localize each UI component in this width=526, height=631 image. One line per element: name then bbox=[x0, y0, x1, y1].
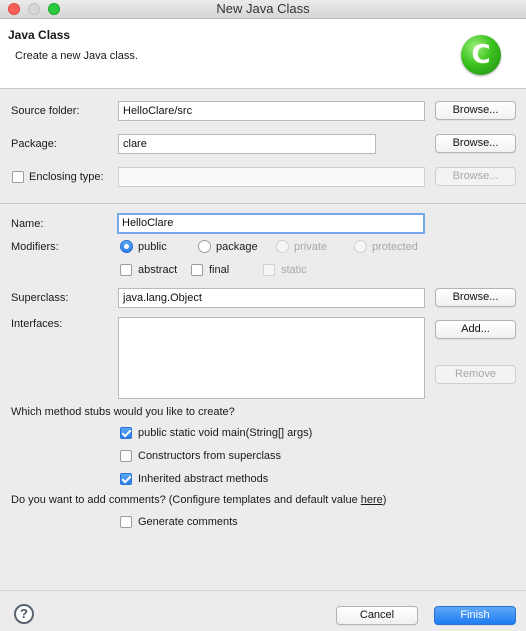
abstract-checkbox[interactable] bbox=[120, 264, 132, 276]
superclass-input[interactable]: java.lang.Object bbox=[118, 288, 425, 308]
comments-question: Do you want to add comments? (Configure … bbox=[11, 494, 386, 506]
main-method-checkbox[interactable] bbox=[120, 427, 132, 439]
method-stubs-question: Which method stubs would you like to cre… bbox=[11, 406, 235, 418]
final-label: final bbox=[209, 264, 230, 276]
abstract-label: abstract bbox=[138, 264, 178, 276]
title-bar: New Java Class bbox=[0, 0, 526, 19]
source-folder-input[interactable]: HelloClare/src bbox=[118, 101, 425, 121]
browse-superclass-button[interactable]: Browse... bbox=[435, 288, 516, 307]
protected-radio[interactable] bbox=[354, 240, 367, 253]
modifiers-label: Modifiers: bbox=[11, 241, 59, 253]
constructors-label: Constructors from superclass bbox=[138, 450, 282, 462]
enclosing-type-input[interactable] bbox=[118, 167, 425, 187]
private-radio[interactable] bbox=[276, 240, 289, 253]
package-radio[interactable] bbox=[198, 240, 211, 253]
protected-radio-label: protected bbox=[372, 241, 418, 253]
cancel-button[interactable]: Cancel bbox=[336, 606, 418, 625]
browse-package-button[interactable]: Browse... bbox=[435, 134, 516, 153]
window-title: New Java Class bbox=[216, 1, 310, 16]
inherited-methods-label: Inherited abstract methods bbox=[138, 473, 269, 485]
public-radio[interactable] bbox=[120, 240, 133, 253]
enclosing-type-label: Enclosing type: bbox=[29, 171, 104, 183]
wizard-description: Create a new Java class. bbox=[15, 50, 138, 62]
enclosing-type-checkbox[interactable] bbox=[12, 171, 24, 183]
finish-button[interactable]: Finish bbox=[434, 606, 516, 625]
generate-comments-checkbox[interactable] bbox=[120, 516, 132, 528]
comments-question-end: ) bbox=[382, 494, 387, 506]
inherited-methods-checkbox[interactable] bbox=[120, 473, 132, 485]
comments-question-text: Do you want to add comments? (Configure … bbox=[11, 494, 361, 506]
name-input[interactable]: HelloClare bbox=[117, 213, 425, 234]
package-input[interactable]: clare bbox=[118, 134, 376, 154]
add-interface-button[interactable]: Add... bbox=[435, 320, 516, 339]
public-radio-label: public bbox=[138, 241, 167, 253]
configure-templates-link[interactable]: here bbox=[361, 494, 383, 506]
interfaces-list[interactable] bbox=[118, 317, 425, 399]
superclass-label: Superclass: bbox=[11, 292, 69, 304]
package-radio-label: package bbox=[216, 241, 258, 253]
main-method-label: public static void main(String[] args) bbox=[138, 427, 313, 439]
wizard-header: Java Class Create a new Java class. C bbox=[0, 19, 526, 89]
class-c-icon: C bbox=[461, 35, 501, 75]
footer-divider bbox=[0, 590, 526, 591]
static-label: static bbox=[281, 264, 307, 276]
browse-enclosing-type-button[interactable]: Browse... bbox=[435, 167, 516, 186]
wizard-title: Java Class bbox=[8, 28, 71, 42]
name-label: Name: bbox=[11, 218, 44, 230]
remove-interface-button[interactable]: Remove bbox=[435, 365, 516, 384]
static-checkbox[interactable] bbox=[263, 264, 275, 276]
section-divider bbox=[0, 203, 526, 204]
final-checkbox[interactable] bbox=[191, 264, 203, 276]
source-folder-label: Source folder: bbox=[11, 105, 80, 117]
help-icon[interactable]: ? bbox=[14, 604, 34, 624]
package-label: Package: bbox=[11, 138, 57, 150]
constructors-checkbox[interactable] bbox=[120, 450, 132, 462]
private-radio-label: private bbox=[294, 241, 328, 253]
generate-comments-label: Generate comments bbox=[138, 516, 238, 528]
interfaces-label: Interfaces: bbox=[11, 318, 63, 330]
browse-source-folder-button[interactable]: Browse... bbox=[435, 101, 516, 120]
